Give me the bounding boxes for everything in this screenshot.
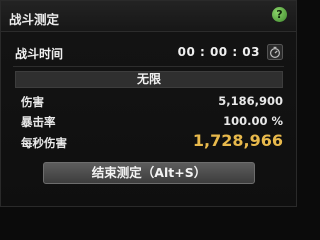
battle-time-row: 战斗时间 00 : 00 : 03 xyxy=(15,44,283,62)
battle-time-value: 00 : 00 : 03 xyxy=(177,45,260,59)
combat-measure-panel: 战斗测定 ? 战斗时间 00 : 00 : 03 无限 伤害 5,186,900… xyxy=(0,0,297,207)
stat-crit-rate-label: 暴击率 xyxy=(21,115,56,129)
end-measure-button[interactable]: 结束测定（Alt+S） xyxy=(43,162,255,184)
stat-damage: 伤害 5,186,900 xyxy=(21,94,283,110)
title-bar: 战斗测定 ? xyxy=(1,1,296,32)
stat-damage-value: 5,186,900 xyxy=(218,94,283,108)
stat-damage-label: 伤害 xyxy=(21,95,44,109)
window-title: 战斗测定 xyxy=(9,12,60,27)
stat-crit-rate: 暴击率 100.00 % xyxy=(21,114,283,130)
divider xyxy=(13,66,284,67)
battle-time-label: 战斗时间 xyxy=(15,47,64,61)
stat-dps-value: 1,728,966 xyxy=(192,131,283,150)
help-icon[interactable]: ? xyxy=(272,7,287,22)
stat-dps-label: 每秒伤害 xyxy=(21,136,67,150)
stat-dps: 每秒伤害 1,728,966 xyxy=(21,131,283,151)
measure-mode: 无限 xyxy=(15,71,283,88)
stopwatch-icon[interactable] xyxy=(267,44,283,60)
stat-crit-rate-value: 100.00 % xyxy=(223,114,283,128)
